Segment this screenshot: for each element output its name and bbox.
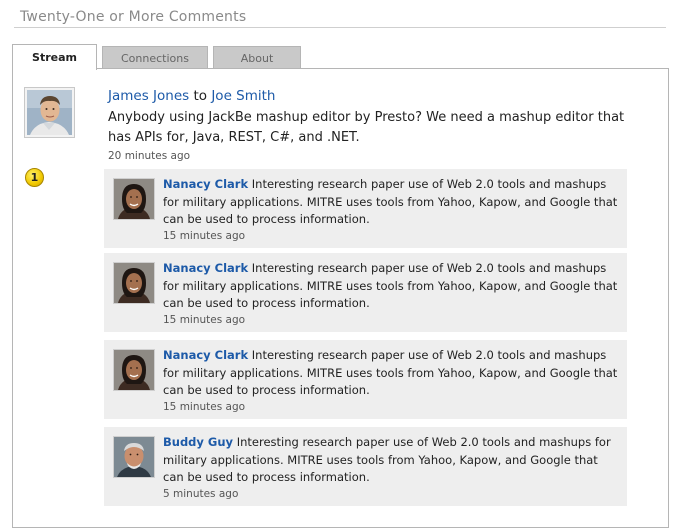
comment-author-link[interactable]: Nanacy Clark [163,177,248,191]
person-photo-icon [27,90,72,135]
comment-item: Nanacy Clark Interesting research paper … [104,253,627,332]
tab-stream[interactable]: Stream [12,44,97,70]
comment-text-block: Nanacy Clark Interesting research paper … [163,260,619,313]
comment-timestamp: 15 minutes ago [163,401,246,413]
tab-about[interactable]: About [213,46,301,69]
title-divider [14,27,666,28]
commenter-avatar[interactable] [113,349,155,391]
comment-text-block: Nanacy Clark Interesting research paper … [163,176,619,229]
comment-count-badge[interactable]: 1 [25,168,44,187]
tab-connections[interactable]: Connections [102,46,208,69]
comment-author-link[interactable]: Nanacy Clark [163,348,248,362]
comment-text-block: Nanacy Clark Interesting research paper … [163,347,619,400]
comment-item: Nanacy Clark Interesting research paper … [104,169,627,248]
person-photo-icon [114,437,154,477]
comment-author-link[interactable]: Buddy Guy [163,435,233,449]
comment-timestamp: 5 minutes ago [163,488,239,500]
post-header: James Jones to Joe Smith [108,88,276,104]
post-connector: to [193,88,208,104]
commenter-avatar[interactable] [113,262,155,304]
author-avatar[interactable] [24,87,75,138]
commenter-avatar[interactable] [113,178,155,220]
comment-timestamp: 15 minutes ago [163,314,246,326]
post-author-link[interactable]: James Jones [108,88,189,104]
comment-author-link[interactable]: Nanacy Clark [163,261,248,275]
comment-text-block: Buddy Guy Interesting research paper use… [163,434,619,487]
person-photo-icon [114,179,154,219]
comment-timestamp: 15 minutes ago [163,230,246,242]
post-timestamp: 20 minutes ago [108,150,191,162]
person-photo-icon [114,263,154,303]
page-title: Twenty-One or More Comments [20,9,247,25]
commenter-avatar[interactable] [113,436,155,478]
person-photo-icon [114,350,154,390]
post-recipient-link[interactable]: Joe Smith [211,88,275,104]
comment-item: Nanacy Clark Interesting research paper … [104,340,627,419]
post-text: Anybody using JackBe mashup editor by Pr… [108,110,625,145]
comment-item: Buddy Guy Interesting research paper use… [104,427,627,506]
